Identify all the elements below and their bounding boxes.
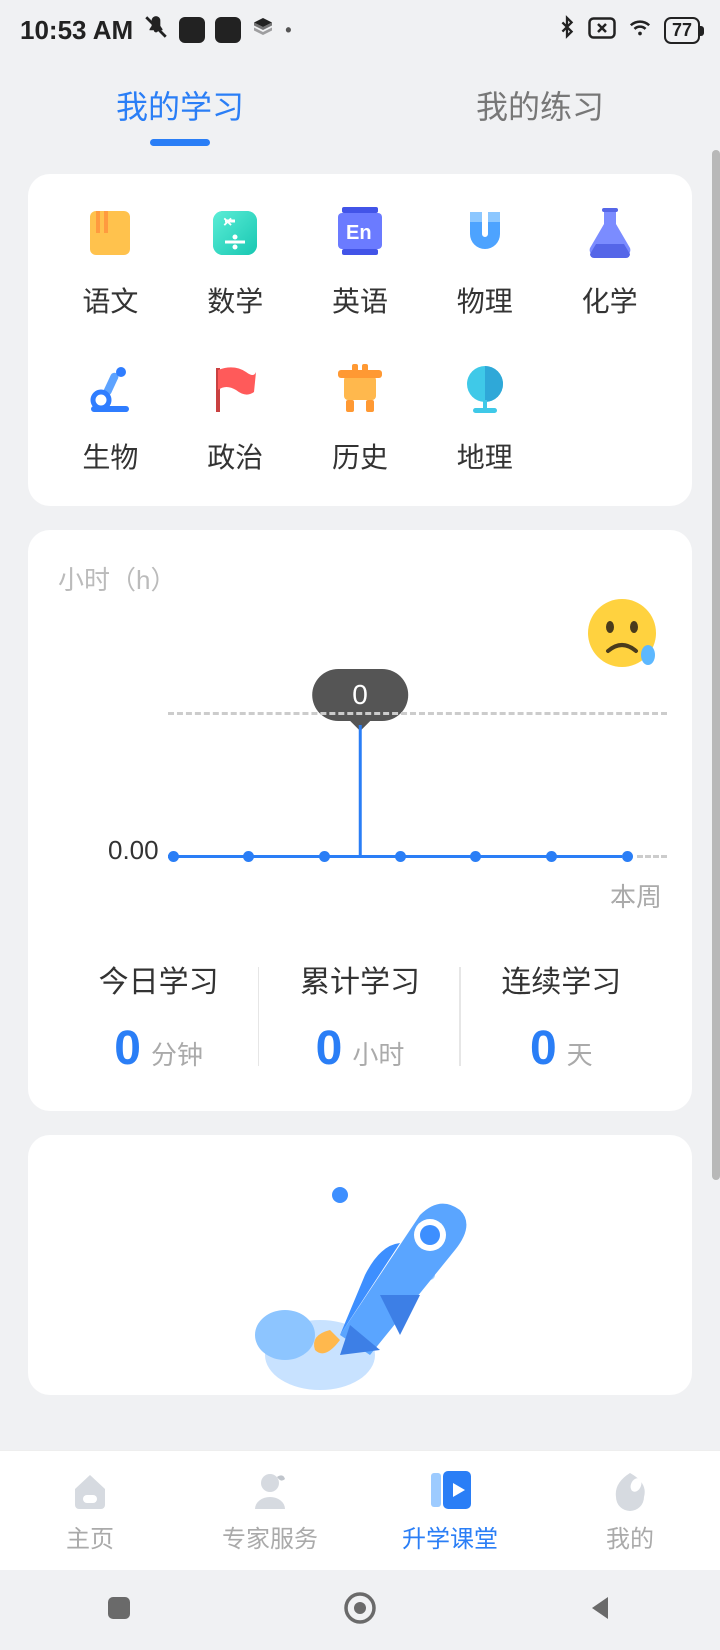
sad-face-icon bbox=[586, 597, 662, 678]
status-time: 10:53 AM bbox=[20, 15, 133, 46]
study-chart: 0 0.00 本周 bbox=[58, 607, 662, 887]
flask-icon bbox=[581, 204, 639, 262]
subject-history[interactable]: 历史 bbox=[298, 360, 423, 476]
nav-course[interactable]: 升学课堂 bbox=[360, 1451, 540, 1570]
battery-icon: 77 bbox=[664, 17, 700, 44]
recent-apps-button[interactable] bbox=[104, 1593, 134, 1628]
y-axis-label: 小时（h） bbox=[58, 560, 662, 597]
nav-home[interactable]: 主页 bbox=[0, 1451, 180, 1570]
mute-icon bbox=[143, 14, 169, 47]
rocket-icon bbox=[230, 1175, 490, 1395]
status-right: 77 bbox=[556, 14, 700, 47]
flag-icon bbox=[206, 360, 264, 418]
layers-icon bbox=[251, 15, 275, 46]
y-tick-label: 0.00 bbox=[108, 835, 159, 866]
ding-icon bbox=[331, 360, 389, 418]
bluetooth-icon bbox=[556, 14, 578, 47]
chart-gridline bbox=[168, 712, 667, 715]
person-icon bbox=[247, 1467, 293, 1513]
subject-chemistry[interactable]: 化学 bbox=[547, 204, 672, 320]
top-tabs: 我的学习 我的练习 bbox=[0, 60, 720, 150]
drop-icon bbox=[607, 1467, 653, 1513]
magnet-icon bbox=[456, 204, 514, 262]
subject-biology[interactable]: 生物 bbox=[48, 360, 173, 476]
microscope-icon bbox=[81, 360, 139, 418]
stat-today-value: 0 bbox=[114, 1021, 141, 1076]
chart-gridline bbox=[637, 855, 667, 858]
subject-english[interactable]: En 英语 bbox=[298, 204, 423, 320]
svg-text:En: En bbox=[346, 222, 372, 244]
x-axis-label: 本周 bbox=[610, 877, 662, 914]
svg-text:×: × bbox=[223, 214, 232, 231]
x-box-icon bbox=[588, 15, 616, 46]
english-icon: En bbox=[331, 204, 389, 262]
chart-indicator-line bbox=[359, 725, 362, 855]
subject-chinese[interactable]: 语文 bbox=[48, 204, 173, 320]
bottom-nav: 主页 专家服务 升学课堂 我的 bbox=[0, 1450, 720, 1570]
stats-row: 今日学习 0 分钟 累计学习 0 小时 连续学习 0 天 bbox=[58, 957, 662, 1076]
subject-physics[interactable]: 物理 bbox=[422, 204, 547, 320]
stat-streak: 连续学习 0 天 bbox=[461, 957, 662, 1076]
calculator-icon: × bbox=[206, 204, 264, 262]
status-left: 10:53 AM • bbox=[20, 14, 292, 47]
subjects-card: 语文 × 数学 En 英语 物理 化学 bbox=[28, 174, 692, 506]
stat-today: 今日学习 0 分钟 bbox=[58, 957, 259, 1076]
scroll-indicator bbox=[712, 150, 720, 1180]
home-button[interactable] bbox=[342, 1590, 378, 1631]
app-square-icon bbox=[215, 17, 241, 43]
system-nav-bar bbox=[0, 1570, 720, 1650]
stat-total-value: 0 bbox=[316, 1021, 343, 1076]
tab-my-practice[interactable]: 我的练习 bbox=[360, 82, 720, 128]
subject-geography[interactable]: 地理 bbox=[422, 360, 547, 476]
promo-card[interactable] bbox=[28, 1135, 692, 1395]
book-icon bbox=[81, 204, 139, 262]
stats-card: 小时（h） 0 0.00 本周 今日学习 0 分钟 bbox=[28, 530, 692, 1111]
stat-total: 累计学习 0 小时 bbox=[259, 957, 460, 1076]
home-icon bbox=[67, 1467, 113, 1513]
nav-expert[interactable]: 专家服务 bbox=[180, 1451, 360, 1570]
subject-politics[interactable]: 政治 bbox=[173, 360, 298, 476]
chart-line bbox=[168, 855, 622, 858]
tab-my-study[interactable]: 我的学习 bbox=[0, 82, 360, 128]
nav-mine[interactable]: 我的 bbox=[540, 1451, 720, 1570]
app-square-icon bbox=[179, 17, 205, 43]
globe-icon bbox=[456, 360, 514, 418]
subject-math[interactable]: × 数学 bbox=[173, 204, 298, 320]
dot-icon: • bbox=[285, 20, 291, 41]
wifi-icon bbox=[626, 15, 654, 46]
stat-streak-value: 0 bbox=[530, 1021, 557, 1076]
play-book-icon bbox=[427, 1467, 473, 1513]
back-button[interactable] bbox=[586, 1593, 616, 1628]
status-bar: 10:53 AM • 77 bbox=[0, 0, 720, 60]
